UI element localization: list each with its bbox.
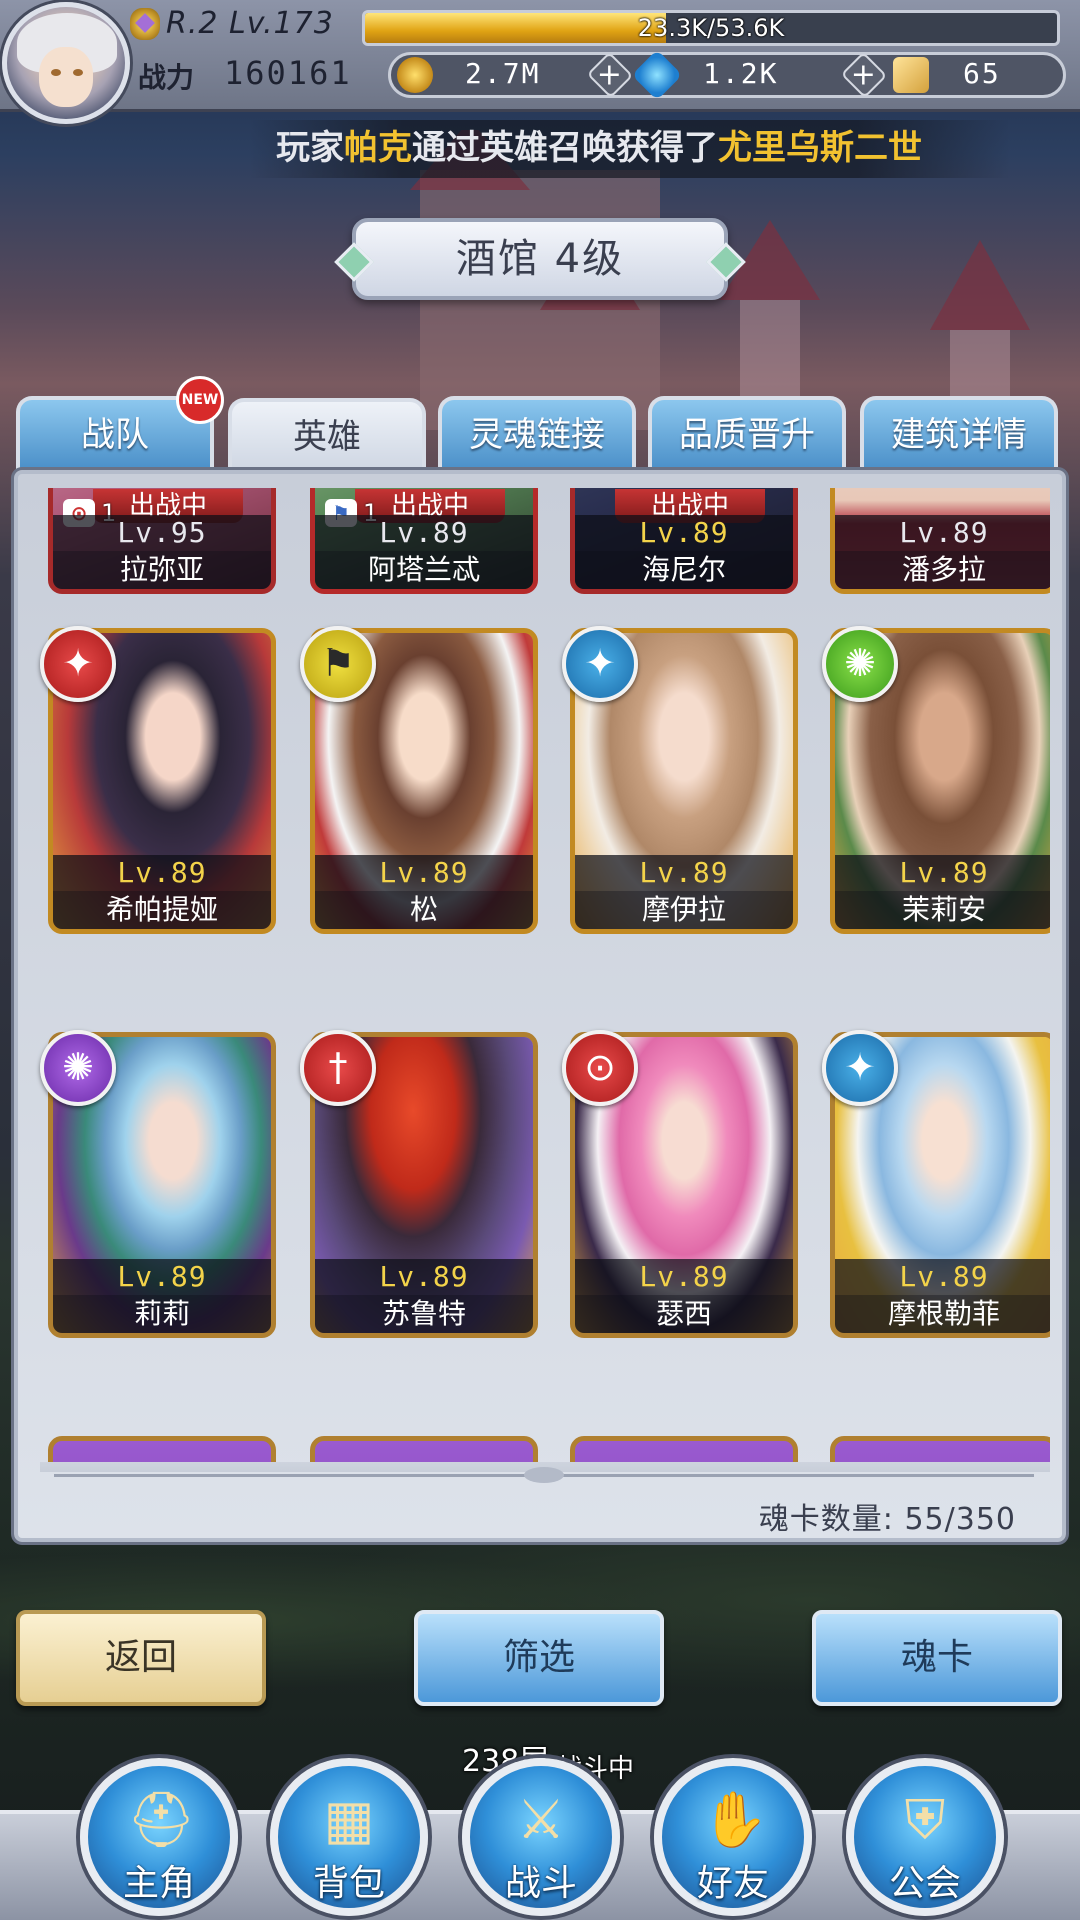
hero-level: Lv.89 — [315, 515, 533, 551]
gold-coin-icon — [397, 57, 433, 93]
building-title: 酒馆 4级 — [352, 218, 728, 300]
hero-name: 瑟西 — [575, 1295, 793, 1333]
hero-level: Lv.89 — [315, 1259, 533, 1295]
hero-level: Lv.95 — [53, 515, 271, 551]
hero-name: 松 — [315, 891, 533, 929]
ticket-value: 65 — [963, 57, 1001, 90]
exp-text: 23.3K/53.6K — [637, 14, 785, 42]
hero-name: 阿塔兰忒 — [315, 551, 533, 589]
wing-icon: ✦ — [40, 626, 116, 702]
gold-value: 2.7M — [465, 57, 541, 90]
hero-card[interactable]: 出战中 ⊙ 1 Lv.95 拉弥亚 — [48, 488, 276, 594]
hero-grid[interactable]: 出战中 ⊙ 1 Lv.95 拉弥亚 出战中 ⚑ 1 Lv.89 阿塔兰忒 出战中… — [40, 488, 1050, 1462]
hero-level: Lv.89 — [575, 855, 793, 891]
hero-level: Lv.89 — [835, 515, 1050, 551]
nav-backpack-button[interactable]: ▦ 背包 — [270, 1758, 428, 1916]
soul-card-count: 魂卡数量: 55/350 — [758, 1502, 1016, 1537]
hero-name: 希帕提娅 — [53, 891, 271, 929]
tab-building-details[interactable]: 建筑详情 — [860, 396, 1058, 470]
player-level: R.2 Lv.173 — [166, 6, 334, 41]
guild-crest-icon: ⛨ — [904, 1788, 946, 1851]
hero-card[interactable] — [310, 1436, 538, 1462]
nav-hero-button[interactable]: ⛑ 主角 — [80, 1758, 238, 1916]
hero-panel: 出战中 ⊙ 1 Lv.95 拉弥亚 出战中 ⚑ 1 Lv.89 阿塔兰忒 出战中… — [14, 470, 1066, 1542]
nav-battle-button[interactable]: ⚔ 战斗 — [462, 1758, 620, 1916]
hero-name: 苏鲁特 — [315, 1295, 533, 1333]
hero-level: Lv.89 — [53, 855, 271, 891]
hero-level: Lv.89 — [835, 855, 1050, 891]
hero-name: 茉莉安 — [835, 891, 1050, 929]
tab-soul-link[interactable]: 灵魂链接 — [438, 396, 636, 470]
divider — [54, 1467, 1034, 1483]
crossed-swords-icon: ⚔ — [516, 1788, 566, 1851]
broadcast-hero-name: 尤里乌斯二世 — [718, 128, 922, 168]
back-button[interactable]: 返回 — [16, 1610, 266, 1706]
ticket-icon — [893, 57, 929, 93]
hero-name: 潘多拉 — [835, 551, 1050, 589]
dagger-icon: † — [300, 1030, 376, 1106]
hero-name: 海尼尔 — [575, 551, 793, 589]
soul-card-button[interactable]: 魂卡 — [812, 1610, 1062, 1706]
wing-icon: ✦ — [562, 626, 638, 702]
hero-card[interactable] — [570, 1436, 798, 1462]
backpack-icon: ▦ — [323, 1788, 375, 1851]
resource-bar: 2.7M + 1.2K + 65 — [388, 49, 1066, 101]
tab-team[interactable]: 战队 NEW — [16, 376, 224, 470]
handshake-icon: ✋ — [701, 1788, 769, 1851]
hero-card[interactable] — [830, 1436, 1050, 1462]
hero-card[interactable]: Lv.89 潘多拉 — [830, 488, 1050, 594]
hero-level: Lv.89 — [575, 1259, 793, 1295]
add-diamond-button[interactable]: + — [840, 51, 888, 99]
helmet-icon: ⛑ — [127, 1788, 196, 1851]
hero-name: 拉弥亚 — [53, 551, 271, 589]
player-avatar[interactable] — [2, 2, 130, 124]
add-gold-button[interactable]: + — [586, 51, 634, 99]
hero-name: 摩根勒菲 — [835, 1295, 1050, 1333]
hero-card[interactable]: 出战中 ⚑ 1 Lv.89 阿塔兰忒 — [310, 488, 538, 594]
new-badge: NEW — [176, 376, 224, 424]
wing-icon: ✦ — [822, 1030, 898, 1106]
power-label: 战力 — [138, 61, 195, 94]
hero-name: 摩伊拉 — [575, 891, 793, 929]
diamond-icon — [631, 49, 683, 101]
filter-button[interactable]: 筛选 — [414, 1610, 664, 1706]
staff-icon: ⊙ — [562, 1030, 638, 1106]
hero-level: Lv.89 — [575, 515, 793, 551]
hero-level: Lv.89 — [53, 1259, 271, 1295]
nav-guild-button[interactable]: ⛨ 公会 — [846, 1758, 1004, 1916]
shuriken-icon: ✺ — [40, 1030, 116, 1106]
shuriken-icon: ✺ — [822, 626, 898, 702]
rank-gem-icon — [130, 8, 160, 40]
tab-heroes[interactable]: 英雄 — [228, 398, 426, 474]
tab-quality-upgrade[interactable]: 品质晋升 — [648, 396, 846, 470]
power-value: 160161 — [224, 54, 352, 92]
banner-icon: ⚑ — [300, 626, 376, 702]
nav-friends-button[interactable]: ✋ 好友 — [654, 1758, 812, 1916]
broadcast-player-name: 帕克 — [344, 128, 412, 168]
hero-card[interactable]: 出战中 Lv.89 海尼尔 — [570, 488, 798, 594]
hero-name: 莉莉 — [53, 1295, 271, 1333]
hero-card[interactable] — [48, 1436, 276, 1462]
diamond-value: 1.2K — [703, 57, 779, 90]
exp-bar: 23.3K/53.6K — [362, 10, 1060, 46]
hero-level: Lv.89 — [315, 855, 533, 891]
broadcast-message: 玩家帕克通过英雄召唤获得了尤里乌斯二世 — [250, 120, 1010, 178]
hero-level: Lv.89 — [835, 1259, 1050, 1295]
